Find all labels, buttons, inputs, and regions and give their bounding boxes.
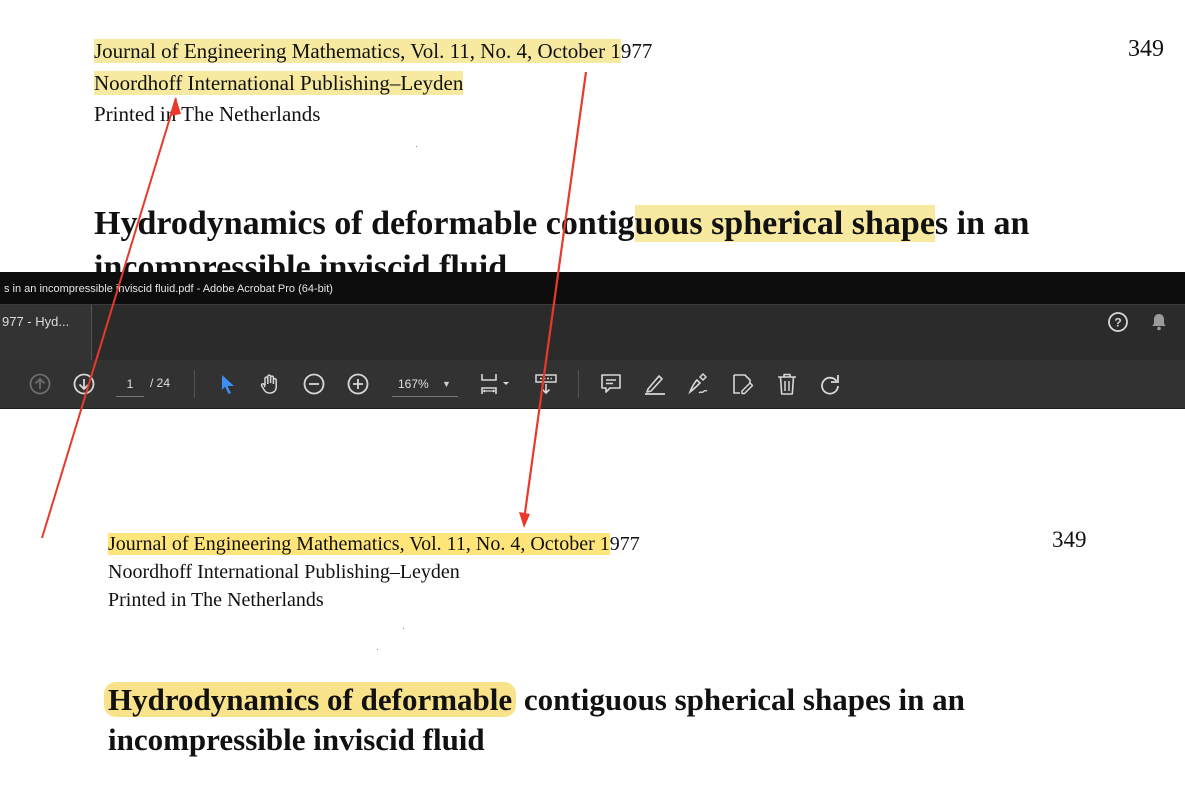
hand-icon[interactable] — [258, 372, 282, 396]
journal-rest-bottom: 977 — [609, 533, 640, 555]
title-line1-top: Hydrodynamics of deformable contiguous s… — [94, 202, 1029, 246]
speck — [416, 146, 417, 147]
page-total: / 24 — [150, 376, 171, 390]
title-highlight-top: uous spherical shape — [634, 205, 935, 242]
printed-line-top: Printed in The Netherlands — [94, 102, 321, 126]
publisher-line-top: Noordhoff International Publishing–Leyde… — [94, 70, 464, 96]
zoom-value: 167% — [398, 377, 429, 391]
sign-icon[interactable] — [686, 372, 710, 396]
title-rest-bottom: contiguous spherical shapes in an — [516, 682, 965, 717]
arrow-up-circle-icon[interactable] — [28, 372, 52, 396]
main-toolbar: 1 / 24 167% ▼ — [0, 360, 1185, 409]
journal-highlight-top: Journal of Engineering Mathematics, Vol.… — [94, 39, 621, 63]
highlight-pen-icon[interactable] — [643, 372, 667, 396]
title-highlight-bottom: Hydrodynamics of deformable — [104, 682, 517, 717]
zoom-select[interactable]: 167% ▼ — [392, 370, 458, 397]
cursor-arrow-icon[interactable] — [216, 372, 240, 396]
help-icon[interactable]: ? — [1107, 311, 1129, 333]
journal-line-top: Journal of Engineering Mathematics, Vol.… — [94, 38, 652, 64]
arrow-down-circle-icon[interactable] — [72, 372, 96, 396]
tab-bar: 977 - Hyd... ? — [0, 304, 1185, 360]
rotate-icon[interactable] — [818, 372, 842, 396]
zoom-out-icon[interactable] — [302, 372, 326, 396]
journal-highlight-bottom: Journal of Engineering Mathematics, Vol.… — [108, 533, 610, 555]
window-titlebar: s in an incompressible inviscid fluid.pd… — [0, 272, 1185, 304]
bell-icon[interactable] — [1148, 311, 1170, 333]
page-fit-icon[interactable] — [478, 372, 514, 396]
page-number-input[interactable]: 1 — [116, 370, 144, 397]
toolbar-separator — [194, 370, 195, 398]
publisher-highlight-top: Noordhoff International Publishing–Leyde… — [94, 71, 464, 95]
edit-icon[interactable] — [730, 372, 754, 396]
comment-icon[interactable] — [599, 372, 623, 396]
chevron-down-icon: ▼ — [442, 379, 451, 389]
page-number-top: 349 — [1128, 36, 1164, 62]
title-line1-bottom: Hydrodynamics of deformable contiguous s… — [104, 680, 965, 720]
publisher-line-bottom: Noordhoff International Publishing–Leyde… — [108, 561, 460, 583]
speck — [403, 628, 404, 629]
toolbar-separator — [578, 370, 579, 398]
page-number-bottom: 349 — [1052, 527, 1087, 552]
svg-text:?: ? — [1114, 316, 1121, 330]
window-title: s in an incompressible inviscid fluid.pd… — [4, 283, 333, 295]
title-part3-top: s in an — [934, 205, 1030, 242]
top-document-view: Journal of Engineering Mathematics, Vol.… — [0, 0, 1185, 286]
scroll-mode-icon[interactable] — [534, 372, 558, 396]
document-area: Journal of Engineering Mathematics, Vol.… — [0, 409, 1185, 788]
zoom-in-icon[interactable] — [346, 372, 370, 396]
title-part1-top: Hydrodynamics of deformable contig — [94, 205, 635, 242]
journal-line-bottom: Journal of Engineering Mathematics, Vol.… — [108, 531, 640, 557]
speck — [377, 649, 378, 650]
acrobat-window: s in an incompressible inviscid fluid.pd… — [0, 272, 1185, 788]
title-line2-bottom: incompressible inviscid fluid — [108, 722, 485, 757]
printed-line-bottom: Printed in The Netherlands — [108, 589, 324, 611]
trash-icon[interactable] — [775, 372, 799, 396]
document-tab[interactable]: 977 - Hyd... — [0, 305, 92, 360]
journal-rest-top: 977 — [620, 39, 653, 63]
